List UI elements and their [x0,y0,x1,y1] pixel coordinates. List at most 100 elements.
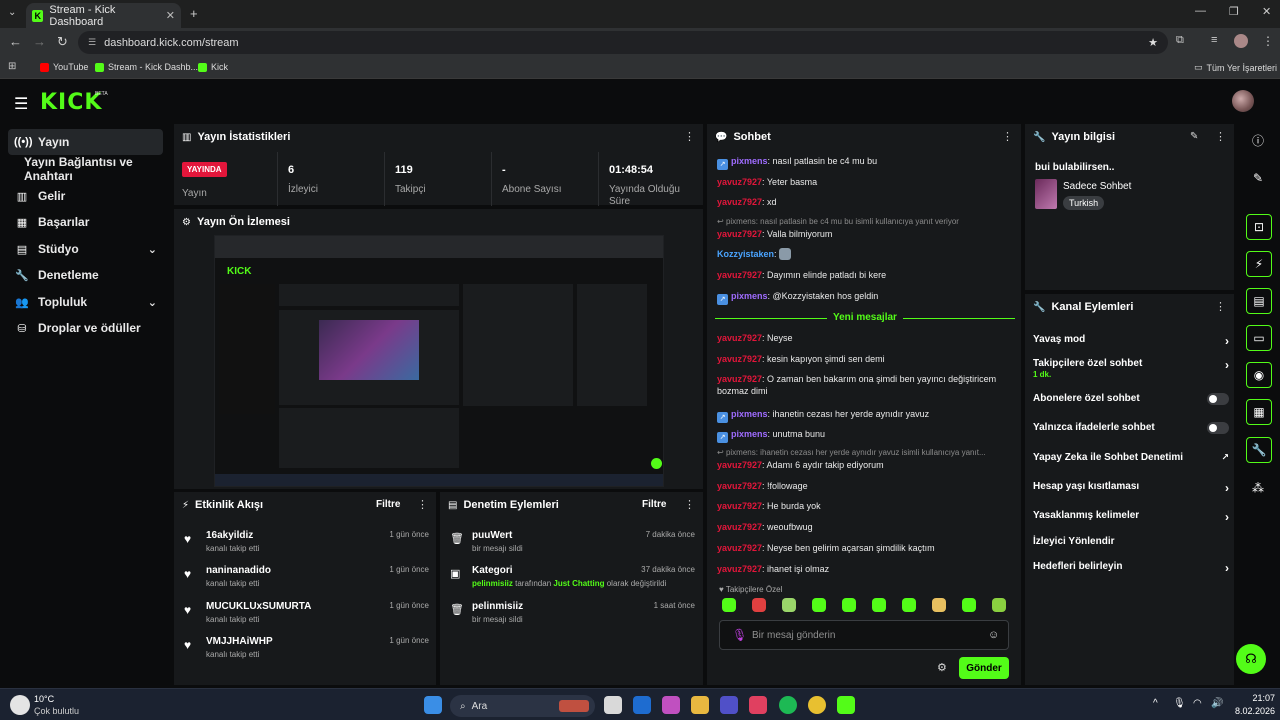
weather-icon[interactable] [10,695,30,715]
chat-username[interactable]: yavuz7927 [717,270,762,280]
emote-button[interactable] [992,598,1006,612]
activity-user[interactable]: MUCUKLUxSUMURTA [206,601,311,612]
tab-search-icon[interactable]: ⌄ [8,7,16,18]
broadcast-icon[interactable]: ◉ [1246,362,1272,388]
emote-button[interactable] [962,598,976,612]
sidebar-item-stream-key[interactable]: Yayın Bağlantısı ve Anahtarı [18,155,173,183]
chat-username[interactable]: yavuz7927 [717,522,762,532]
outlook-icon[interactable] [633,696,651,714]
bookmark-youtube[interactable]: YouTube [40,62,88,72]
stream-preview-video[interactable]: KICK [214,235,664,487]
ai-moderation-item[interactable]: Yapay Zeka ile Sohbet Denetimi ↗ [1033,452,1229,463]
emoji-picker-icon[interactable]: ☺ [988,629,999,641]
moderation-user[interactable]: pelinmisiiz [472,601,523,612]
moderator-name[interactable]: pelinmisiiz [472,579,513,588]
spotify-icon[interactable] [779,696,797,714]
category-thumbnail[interactable] [1035,179,1057,209]
account-age-item[interactable]: Hesap yaşı kısıtlaması › [1033,481,1229,495]
chat-username[interactable]: yavuz7927 [717,333,762,343]
browser-menu-icon[interactable]: ⋮ [1262,34,1274,48]
activity-user[interactable]: 16akyildiz [206,530,253,541]
clock-date[interactable]: 8.02.2026 [1225,706,1275,716]
reload-icon[interactable]: ↻ [57,34,68,50]
document-icon[interactable]: ▤ [1246,288,1272,314]
chrome-icon[interactable] [808,696,826,714]
back-icon[interactable]: ← [9,34,22,49]
tab-close-icon[interactable]: ✕ [166,9,175,22]
chat-settings-gear-icon[interactable]: ⚙ [937,661,947,674]
reading-list-icon[interactable]: ≡ [1211,34,1217,46]
chat-username[interactable]: pixmens [731,156,768,166]
set-goals-item[interactable]: Hedefleri belirleyin › [1033,561,1229,575]
chat-username[interactable]: yavuz7927 [717,229,762,239]
site-info-icon[interactable]: ☰ [88,37,96,48]
moderation-menu-icon[interactable]: ⋮ [684,498,695,511]
chat-username[interactable]: yavuz7927 [717,374,762,384]
apps-grid-icon[interactable]: ⊞ [8,61,16,72]
activity-filter-button[interactable]: Filtre [376,499,400,510]
raid-viewers-item[interactable]: İzleyici Yönlendir [1033,536,1229,547]
emote-button[interactable] [902,598,916,612]
stream-info-menu-icon[interactable]: ⋮ [1215,130,1226,143]
file-explorer-icon[interactable] [691,696,709,714]
subscribers-only-toggle[interactable] [1207,393,1229,405]
teams-icon[interactable] [720,696,738,714]
emote-button[interactable] [752,598,766,612]
bookmark-kick[interactable]: Kick [198,62,228,72]
sidebar-item-denetleme[interactable]: 🔧 Denetleme [8,262,163,288]
url-input[interactable]: ☰ dashboard.kick.com/stream ★ [78,31,1168,54]
subscribers-only-chat-item[interactable]: Abonelere özel sohbet [1033,393,1229,405]
emote-button[interactable] [782,598,796,612]
chat-username[interactable]: pixmens [731,409,768,419]
category-name[interactable]: Just Chatting [553,579,604,588]
edit-pencil-icon[interactable]: ✎ [1242,162,1274,194]
lightning-icon[interactable]: ⚡ [1246,251,1272,277]
activity-user[interactable]: VMJJHAiWHP [206,636,273,647]
emote-button[interactable] [872,598,886,612]
sidebar-item-basarilar[interactable]: ▦ Başarılar [8,209,163,235]
followers-only-chat-item[interactable]: Takipçilere özel sohbet › 1 dk. [1033,358,1229,379]
chat-input[interactable]: 🎙 Bir mesaj gönderin ☺ [719,620,1009,650]
chat-username[interactable]: yavuz7927 [717,460,762,470]
chat-username[interactable]: yavuz7927 [717,354,762,364]
channel-actions-menu-icon[interactable]: ⋮ [1215,300,1226,313]
volume-icon[interactable]: 🔊 [1211,698,1223,709]
category-name[interactable]: Sadece Sohbet [1063,181,1131,192]
bookmark-kick-dashboard[interactable]: Stream - Kick Dashb... [95,62,198,72]
moderation-user[interactable]: puuWert [472,530,512,541]
activity-user[interactable]: naninanadido [206,565,271,576]
sidebar-item-studyo[interactable]: ▤ Stüdyo ⌄ [8,236,163,262]
extensions-icon[interactable]: ⧉ [1176,34,1184,47]
sidebar-item-droplar[interactable]: ⛁ Droplar ve ödüller [8,315,163,341]
emote-button[interactable] [932,598,946,612]
kick-app-icon[interactable] [837,696,855,714]
moderation-filter-button[interactable]: Filtre [642,499,666,510]
layout-icon[interactable]: ▦ [1246,399,1272,425]
copilot-icon[interactable] [662,696,680,714]
chat-username[interactable]: yavuz7927 [717,543,762,553]
emotes-only-toggle[interactable] [1207,422,1229,434]
send-button[interactable]: Gönder [959,657,1009,679]
sidebar-item-yayin[interactable]: ((•)) Yayın [8,129,163,155]
camera-target-icon[interactable]: ⊡ [1246,214,1272,240]
activity-menu-icon[interactable]: ⋮ [417,498,428,511]
stats-menu-icon[interactable]: ⋮ [684,130,695,143]
restore-icon[interactable]: ❐ [1229,5,1239,18]
wifi-icon[interactable]: ◠ [1193,698,1202,709]
chat-username[interactable]: Kozzyistaken [717,249,774,259]
windows-start-icon[interactable] [424,696,442,714]
forward-icon[interactable]: → [33,34,46,49]
chat-username[interactable]: pixmens [731,291,768,301]
edit-pencil-icon[interactable]: ✎ [1190,131,1198,142]
store-icon[interactable] [749,696,767,714]
bookmark-star-icon[interactable]: ★ [1148,36,1158,49]
emotes-only-chat-item[interactable]: Yalnızca ifadelerle sohbet [1033,422,1229,434]
all-bookmarks[interactable]: ▭ Tüm Yer İşaretleri [1194,62,1277,73]
hamburger-menu-icon[interactable]: ☰ [14,94,28,114]
community-icon[interactable]: ⁂ [1242,472,1274,504]
info-icon[interactable]: ⓘ [1242,124,1274,156]
close-window-icon[interactable]: ✕ [1262,5,1271,18]
chat-username[interactable]: pixmens [731,429,768,439]
chat-username[interactable]: yavuz7927 [717,197,762,207]
kick-logo[interactable]: KICK [40,90,102,115]
